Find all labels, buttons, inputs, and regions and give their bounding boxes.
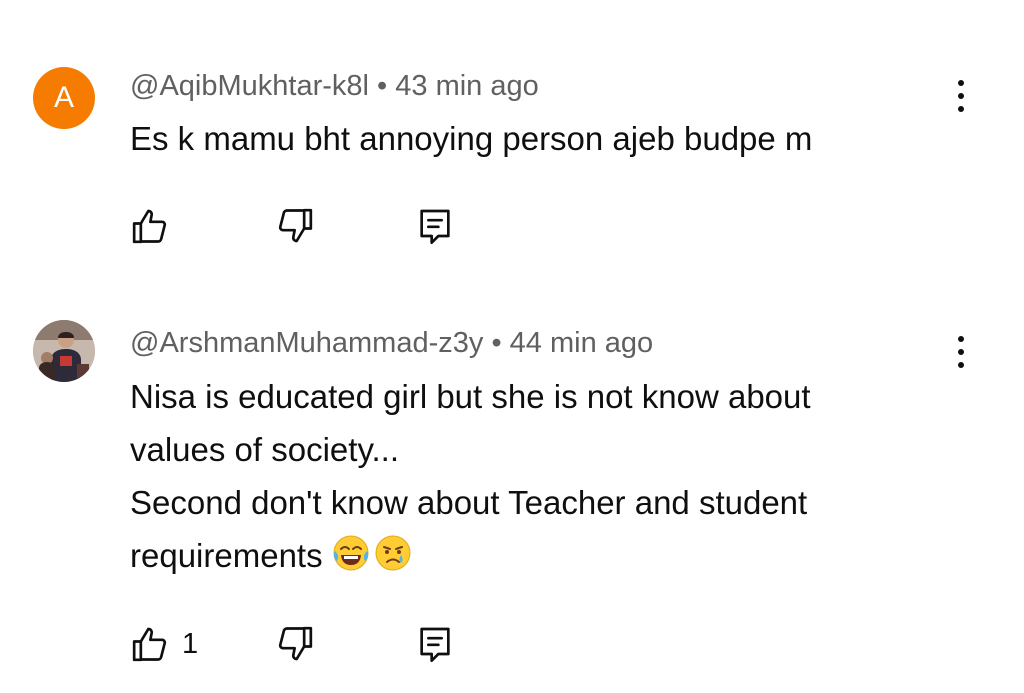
more-vertical-icon-dot xyxy=(958,106,964,112)
comment-line-with-emoji: requirements xyxy=(130,529,930,582)
avatar[interactable]: A xyxy=(33,67,95,129)
more-options-button[interactable] xyxy=(946,74,976,118)
more-vertical-icon-dot xyxy=(958,362,964,368)
comment-body: Nisa is educated girl but she is not kno… xyxy=(130,370,930,582)
comment-actions: 1 xyxy=(130,622,490,666)
crying-face-icon xyxy=(373,533,413,573)
dislike-button[interactable] xyxy=(275,622,315,666)
meta-separator: • xyxy=(377,70,388,102)
avatar[interactable] xyxy=(33,320,95,382)
comment-line: Second don't know about Teacher and stud… xyxy=(130,484,808,521)
face-with-tears-of-joy-icon xyxy=(331,533,371,573)
avatar-photo xyxy=(33,320,95,382)
more-vertical-icon xyxy=(958,336,964,342)
comment-item: A @AqibMukhtar-k8l • 43 min ago Es k mam… xyxy=(0,0,1024,290)
comment-meta: @ArshmanMuhammad-z3y • 44 min ago xyxy=(130,327,653,360)
thumb-up-icon xyxy=(130,206,170,246)
reply-comment-icon xyxy=(415,206,455,246)
meta-separator: • xyxy=(491,327,502,359)
more-vertical-icon xyxy=(958,80,964,86)
thumb-down-icon xyxy=(275,206,315,246)
comment-line: Nisa is educated girl but she is not kno… xyxy=(130,378,811,415)
more-options-button[interactable] xyxy=(946,330,976,374)
comment-time: 44 min ago xyxy=(509,327,654,359)
like-button[interactable]: 1 xyxy=(130,622,198,666)
comment-author[interactable]: @AqibMukhtar-k8l xyxy=(130,70,369,102)
like-count: 1 xyxy=(182,627,199,660)
comment-body: Es k mamu bht annoying person ajeb budpe… xyxy=(130,112,930,165)
thumb-down-icon xyxy=(275,624,315,664)
comment-actions xyxy=(130,204,490,248)
comment-meta: @AqibMukhtar-k8l • 43 min ago xyxy=(130,70,539,103)
reply-button[interactable] xyxy=(415,204,455,248)
reply-button[interactable] xyxy=(415,622,455,666)
comment-time: 43 min ago xyxy=(395,70,539,102)
reply-comment-icon xyxy=(415,624,455,664)
comment-author[interactable]: @ArshmanMuhammad-z3y xyxy=(130,327,483,359)
like-button[interactable] xyxy=(130,204,182,248)
comment-line: Es k mamu bht annoying person ajeb budpe… xyxy=(130,120,813,157)
comment-line: requirements xyxy=(130,537,323,574)
emoji-group xyxy=(331,533,413,573)
dislike-button[interactable] xyxy=(275,204,315,248)
avatar-letter: A xyxy=(53,81,74,114)
more-vertical-icon-dot xyxy=(958,349,964,355)
more-vertical-icon-dot xyxy=(958,93,964,99)
comment-line: values of society... xyxy=(130,431,400,468)
comment-item: @ArshmanMuhammad-z3y • 44 min ago Nisa i… xyxy=(0,290,1024,693)
thumb-up-icon xyxy=(130,624,170,664)
